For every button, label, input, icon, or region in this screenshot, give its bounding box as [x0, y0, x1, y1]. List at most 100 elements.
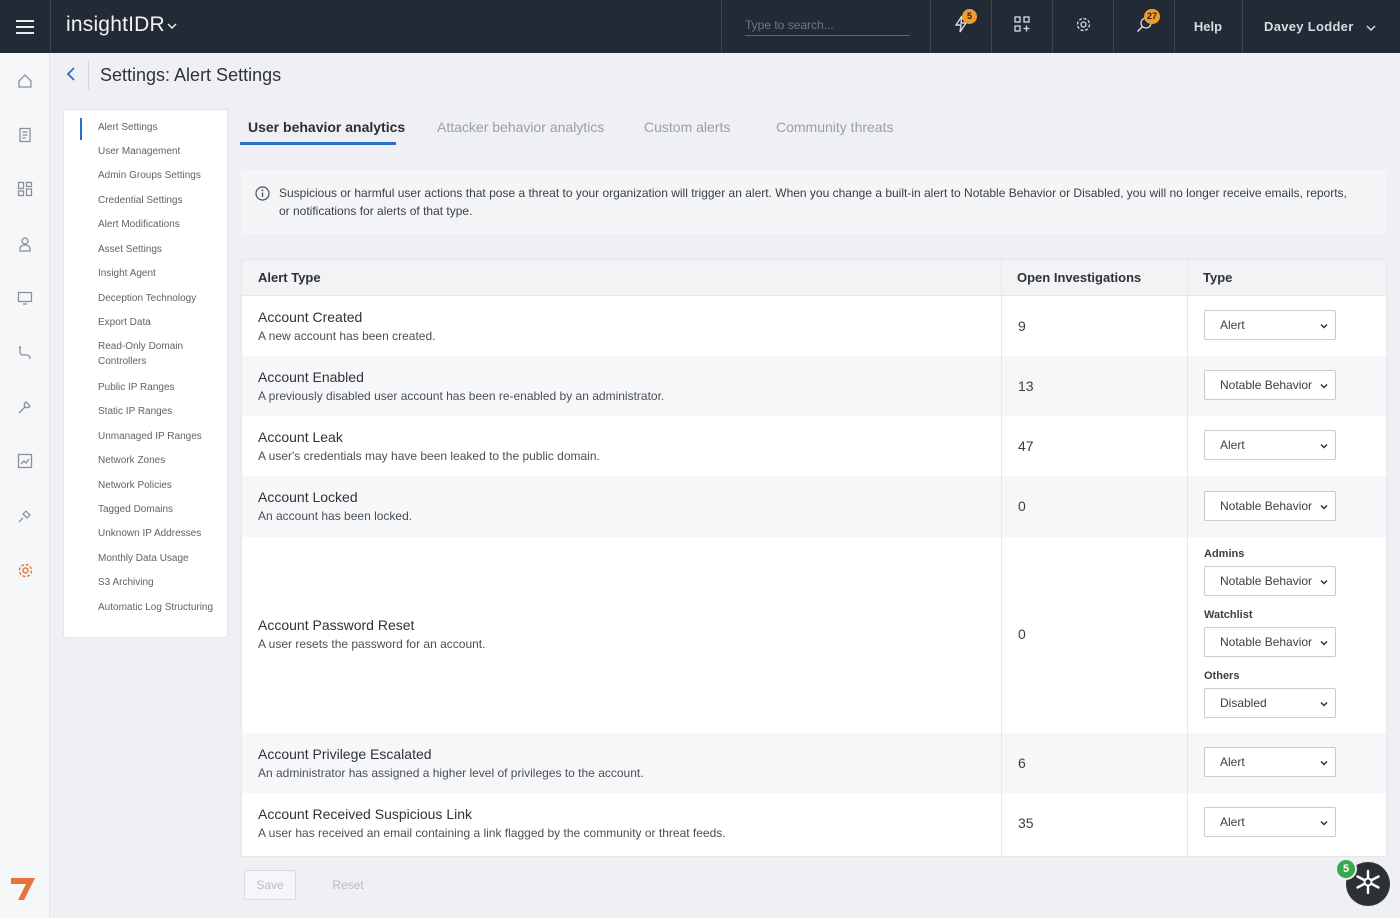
alert-name: Account Received Suspicious Link [258, 806, 473, 822]
tab-attacker-behavior-analytics[interactable]: Attacker behavior analytics [437, 119, 604, 145]
alert-type-select[interactable]: Alert [1204, 430, 1336, 460]
back-arrow-icon[interactable] [60, 62, 82, 86]
settings-nav-item-unknown-ip[interactable]: Unknown IP Addresses [98, 526, 223, 541]
save-button[interactable]: Save [244, 870, 296, 900]
alert-description: A user resets the password for an accoun… [258, 637, 486, 651]
settings-nav-item-network-zones[interactable]: Network Zones [98, 453, 223, 468]
apps-button[interactable] [992, 0, 1052, 53]
app-logo[interactable]: insightIDR [66, 13, 165, 37]
settings-button[interactable] [1053, 0, 1113, 53]
chevron-down-icon [1319, 757, 1329, 767]
others-type-select[interactable]: Disabled [1204, 688, 1336, 718]
active-indicator [80, 118, 82, 140]
home-icon[interactable] [13, 69, 37, 93]
user-icon[interactable] [13, 232, 37, 256]
alert-name: Account Created [258, 309, 363, 325]
alert-type-select[interactable]: Notable Behavior [1204, 370, 1336, 400]
open-investigations-count: 9 [1018, 318, 1026, 334]
column-header-type[interactable]: Type [1187, 260, 1386, 296]
menu-icon[interactable] [0, 0, 50, 53]
chevron-down-icon [1319, 576, 1329, 586]
investigations-icon[interactable] [13, 123, 37, 147]
settings-nav-item-unmanaged-ip[interactable]: Unmanaged IP Ranges [98, 429, 223, 444]
route-icon[interactable] [13, 341, 37, 365]
chevron-down-icon [1319, 440, 1329, 450]
rapid7-logo [9, 876, 37, 902]
plug-icon[interactable] [13, 504, 37, 528]
select-value: Notable Behavior [1220, 378, 1313, 392]
settings-nav-item-tagged-domains[interactable]: Tagged Domains [98, 502, 223, 517]
settings-nav-item-insight-agent[interactable]: Insight Agent [98, 266, 223, 281]
monitor-icon[interactable] [13, 286, 37, 310]
settings-nav-item-rodc[interactable]: Read-Only Domain Controllers [98, 339, 223, 369]
chevron-down-icon [1319, 501, 1329, 511]
watchlist-type-select[interactable]: Notable Behavior [1204, 627, 1336, 657]
select-value: Disabled [1220, 696, 1267, 710]
select-value: Notable Behavior [1220, 574, 1313, 588]
user-menu[interactable]: Davey Lodder [1244, 0, 1400, 53]
alert-types-table: Alert Type Open Investigations Type Acco… [241, 259, 1387, 857]
settings-nav-item-admin-groups[interactable]: Admin Groups Settings [98, 168, 223, 183]
notifications-badge: 5 [962, 9, 977, 24]
select-value: Alert [1220, 438, 1245, 452]
settings-nav-item-user-management[interactable]: User Management [98, 144, 223, 159]
settings-nav-item-credential[interactable]: Credential Settings [98, 193, 223, 208]
admins-type-select[interactable]: Notable Behavior [1204, 566, 1336, 596]
chevron-down-icon [1319, 817, 1329, 827]
group-label-watchlist: Watchlist [1204, 609, 1253, 621]
settings-nav-item-alert-settings[interactable]: Alert Settings [98, 120, 223, 135]
select-value: Notable Behavior [1220, 635, 1313, 649]
info-banner: Suspicious or harmful user actions that … [241, 170, 1387, 234]
chevron-down-icon [1319, 380, 1329, 390]
settings-gear-icon[interactable] [13, 558, 37, 582]
tools-icon[interactable] [13, 395, 37, 419]
settings-nav-item-log-structuring[interactable]: Automatic Log Structuring [98, 600, 223, 615]
select-value: Alert [1220, 755, 1245, 769]
reset-button[interactable]: Reset [322, 870, 374, 900]
tab-community-threats[interactable]: Community threats [776, 119, 893, 145]
reports-icon[interactable] [13, 449, 37, 473]
settings-nav-item-s3-archiving[interactable]: S3 Archiving [98, 575, 223, 590]
settings-nav-item-alert-modifications[interactable]: Alert Modifications [98, 217, 223, 232]
settings-nav-item-deception[interactable]: Deception Technology [98, 291, 223, 306]
select-value: Alert [1220, 815, 1245, 829]
table-row: Account Password Reset A user resets the… [242, 537, 1386, 733]
alert-description: An account has been locked. [258, 509, 413, 523]
settings-nav-item-network-policies[interactable]: Network Policies [98, 478, 223, 493]
dashboard-icon[interactable] [13, 177, 37, 201]
chevron-down-icon[interactable] [162, 14, 182, 38]
alert-type-select[interactable]: Alert [1204, 807, 1336, 837]
chevron-down-icon [1319, 698, 1329, 708]
table-row: Account Leak A user's credentials may ha… [242, 416, 1386, 476]
alert-type-select[interactable]: Alert [1204, 310, 1336, 340]
alert-description: A previously disabled user account has b… [258, 389, 665, 403]
settings-nav-item-static-ip[interactable]: Static IP Ranges [98, 404, 223, 419]
messages-badge: 27 [1143, 9, 1160, 24]
settings-nav-item-asset[interactable]: Asset Settings [98, 242, 223, 257]
settings-nav-item-monthly-usage[interactable]: Monthly Data Usage [98, 551, 223, 566]
column-header-open-investigations[interactable]: Open Investigations [1001, 260, 1187, 296]
settings-nav-item-public-ip[interactable]: Public IP Ranges [98, 380, 223, 395]
select-value: Alert [1220, 318, 1245, 332]
group-label-admins: Admins [1204, 548, 1245, 560]
table-row: Account Received Suspicious Link A user … [242, 793, 1386, 856]
settings-nav-item-export-data[interactable]: Export Data [98, 315, 223, 330]
alert-name: Account Password Reset [258, 617, 415, 633]
search-input[interactable] [745, 14, 910, 36]
tab-custom-alerts[interactable]: Custom alerts [644, 119, 730, 145]
table-row: Account Enabled A previously disabled us… [242, 356, 1386, 416]
alert-type-select[interactable]: Notable Behavior [1204, 491, 1336, 521]
open-investigations-count: 0 [1018, 498, 1026, 514]
chevron-down-icon [1366, 19, 1376, 34]
open-investigations-count: 0 [1018, 626, 1026, 642]
column-header-alert-type[interactable]: Alert Type [242, 260, 1001, 296]
snowflake-icon [1354, 868, 1382, 901]
info-icon [254, 185, 270, 201]
help-link[interactable]: Help [1176, 0, 1240, 53]
notifications-button[interactable]: 5 [931, 0, 991, 53]
alert-name: Account Privilege Escalated [258, 746, 432, 762]
messages-button[interactable]: 27 [1114, 0, 1174, 53]
alert-type-select[interactable]: Alert [1204, 747, 1336, 777]
help-widget-badge: 5 [1335, 858, 1357, 880]
alert-name: Account Enabled [258, 369, 364, 385]
